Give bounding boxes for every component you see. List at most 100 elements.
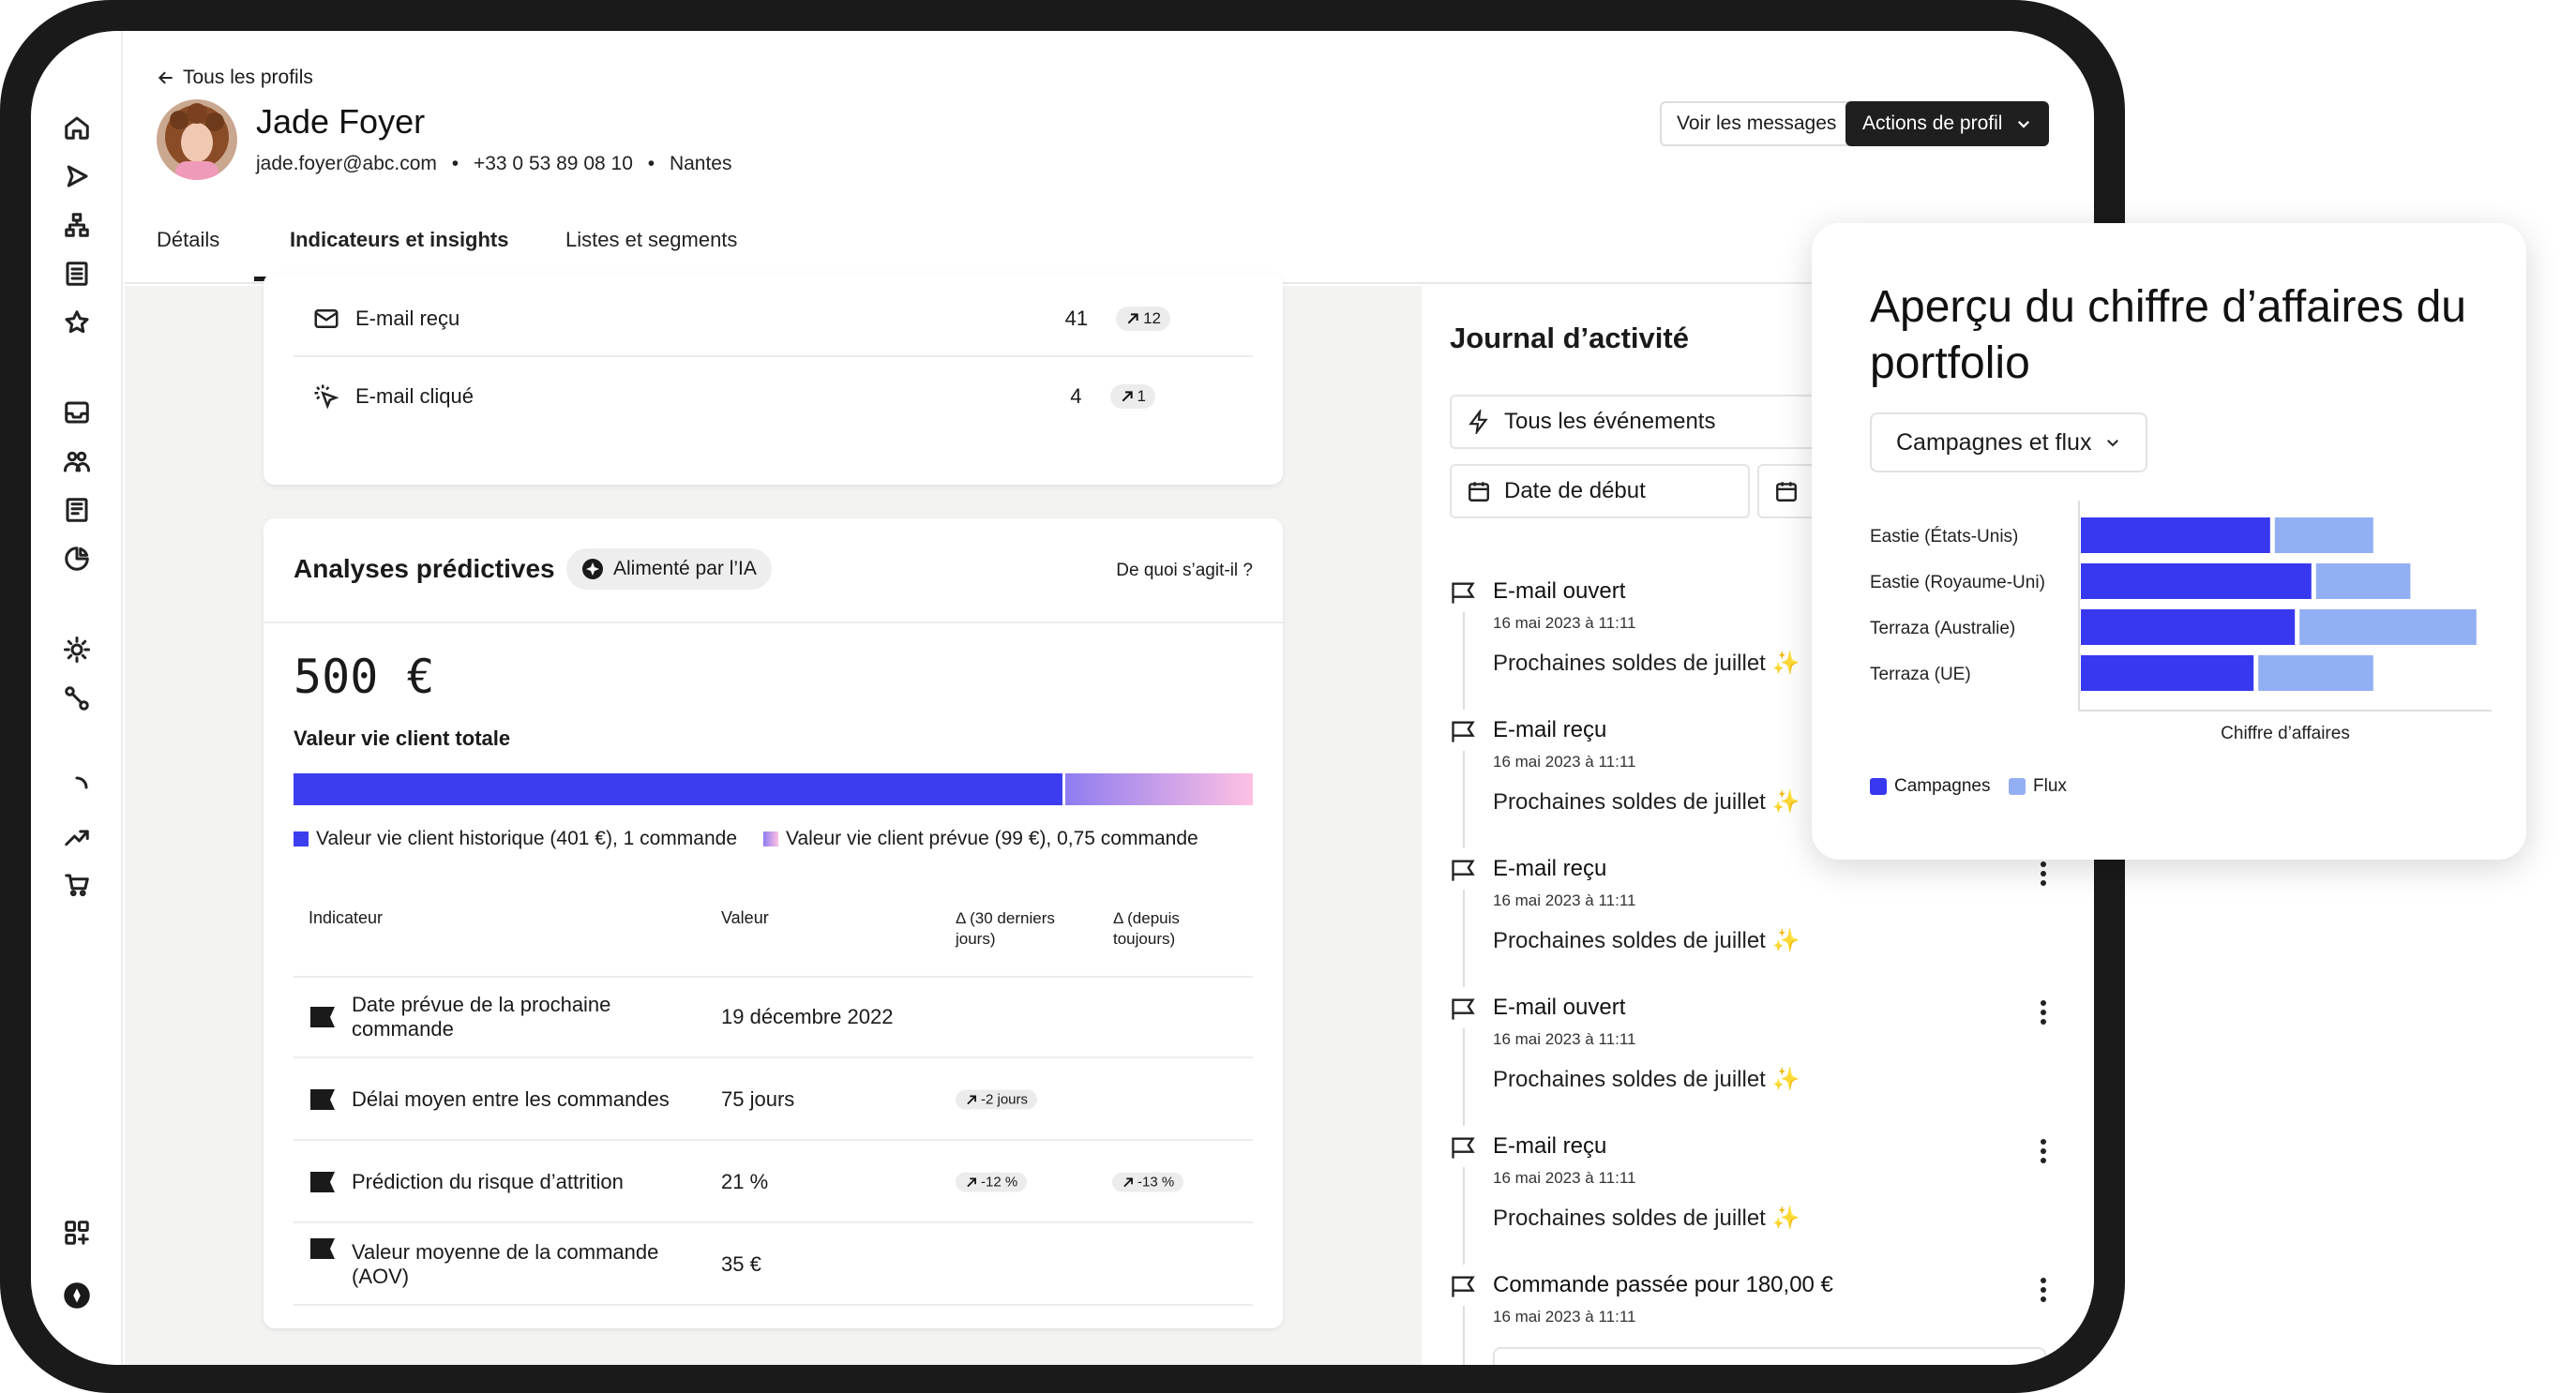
flag-icon <box>1452 721 1475 742</box>
tab-details[interactable]: Détails <box>157 228 219 252</box>
tablet-frame: Tous les profils Jade Foyer jade.foyer@a… <box>0 0 2125 1393</box>
timeline-line <box>1463 751 1465 848</box>
integration-icon[interactable] <box>61 682 93 714</box>
bar-campaigns <box>2081 609 2296 645</box>
bar-flows <box>2299 609 2477 645</box>
activity-title: E-mail reçu <box>1493 1133 1607 1159</box>
audience-icon[interactable] <box>61 445 93 477</box>
flag-icon <box>310 1089 335 1110</box>
bar-campaigns <box>2081 517 2270 553</box>
profile-name: Jade Foyer <box>256 102 426 141</box>
more-options-icon[interactable] <box>2041 1000 2046 1028</box>
mail-icon <box>314 309 339 328</box>
profile-phone: +33 0 53 89 08 10 <box>473 153 633 174</box>
send-icon[interactable] <box>61 160 93 192</box>
activity-date: 16 mai 2023 à 11:11 <box>1493 1169 1636 1187</box>
flag-icon <box>310 1238 335 1260</box>
trend-value: -2 jours <box>981 1091 1029 1108</box>
legend-swatch <box>1870 778 1887 795</box>
clv-historic-fill <box>294 773 1063 805</box>
flow-icon[interactable] <box>61 209 93 241</box>
main-area: Tous les profils Jade Foyer jade.foyer@a… <box>125 31 2094 1365</box>
col-header-dall: Δ (depuis toujours) <box>1113 909 1180 948</box>
trend-badge: -2 jours <box>956 1089 1038 1110</box>
flag-icon <box>1452 582 1475 604</box>
timeline-line <box>1463 1306 1465 1365</box>
back-link[interactable]: Tous les profils <box>157 67 313 89</box>
predictive-card: Analyses prédictives Alimenté par l’IA D… <box>264 518 1283 1328</box>
lightning-icon <box>1469 410 1488 434</box>
sidebar <box>31 31 123 1365</box>
list-item: E-mail reçu 41 12 <box>294 282 1253 357</box>
metric-label: E-mail cliqué <box>355 384 474 408</box>
category-label: Terraza (UE) <box>1870 665 1971 684</box>
indicator-label: Valeur moyenne de la commande (AOV) <box>352 1240 659 1288</box>
activity-date: 16 mai 2023 à 11:11 <box>1493 1030 1636 1048</box>
activity-title: E-mail reçu <box>1493 856 1607 881</box>
avatar <box>157 99 237 180</box>
metric-value: 4 <box>1070 384 1082 408</box>
activity-body: Prochaines soldes de juillet ✨ <box>1493 651 1800 676</box>
legend-predicted: Valeur vie client prévue (99 €), 0,75 co… <box>786 828 1198 849</box>
profile-actions-button[interactable]: Actions de profil <box>1845 101 2050 146</box>
timeline-line <box>1463 1167 1465 1265</box>
bar-campaigns <box>2081 563 2312 599</box>
arrow-left-icon <box>158 71 173 84</box>
view-messages-button[interactable]: Voir les messages <box>1660 101 1854 146</box>
ai-badge-label: Alimenté par l’IA <box>613 558 757 579</box>
trend-icon[interactable] <box>61 820 93 852</box>
metric-value: 41 <box>1064 307 1089 330</box>
tab-lists[interactable]: Listes et segments <box>565 228 737 252</box>
help-link[interactable]: De quoi s’agit-il ? <box>1116 561 1253 581</box>
calendar-icon <box>1469 482 1489 502</box>
col-header-value: Valeur <box>721 908 769 927</box>
clv-bar <box>294 773 1253 805</box>
category-label: Terraza (Australie) <box>1870 619 2015 638</box>
list-icon[interactable] <box>61 258 93 290</box>
col-header-indicator: Indicateur <box>309 908 384 927</box>
popup-title: Aperçu du chiffre d’affaires du portfoli… <box>1870 282 2466 388</box>
apps-icon[interactable] <box>61 1217 93 1249</box>
more-options-icon[interactable] <box>2041 1139 2046 1167</box>
table-row: Valeur moyenne de la commande (AOV) 35 € <box>294 1225 1253 1306</box>
legend-label: Flux <box>2033 776 2067 796</box>
home-icon[interactable] <box>61 112 93 143</box>
trend-value: -13 % <box>1137 1174 1175 1191</box>
bar-flows <box>2315 563 2411 599</box>
app-screen: Tous les profils Jade Foyer jade.foyer@a… <box>31 31 2094 1365</box>
legend-swatch-historic <box>294 831 309 846</box>
analytics-icon[interactable] <box>61 543 93 575</box>
timeline-line <box>1463 612 1465 710</box>
col-header-d30: Δ (30 derniers jours) <box>956 909 1055 948</box>
campaign-flow-dropdown[interactable]: Campagnes et flux <box>1870 412 2148 472</box>
account-icon[interactable] <box>61 1280 93 1311</box>
more-options-icon[interactable] <box>2041 1278 2046 1306</box>
more-options-icon[interactable] <box>2041 861 2046 890</box>
inbox-icon[interactable] <box>61 397 93 428</box>
start-date-filter[interactable]: Date de début <box>1450 464 1750 518</box>
flag-icon <box>1452 1276 1475 1297</box>
content-icon[interactable] <box>61 494 93 526</box>
table-row: Date prévue de la prochaine commande 19 … <box>294 978 1253 1058</box>
loader-icon <box>61 771 93 803</box>
activity-date: 16 mai 2023 à 11:11 <box>1493 614 1636 632</box>
ai-badge: Alimenté par l’IA <box>566 548 772 590</box>
cart-icon[interactable] <box>61 869 93 901</box>
trend-badge: -13 % <box>1112 1172 1184 1192</box>
clv-legend: Valeur vie client historique (401 €), 1 … <box>294 828 1198 850</box>
clv-predicted-fill <box>1065 773 1253 805</box>
star-icon[interactable] <box>61 307 93 338</box>
bulb-icon[interactable] <box>61 634 93 666</box>
trend-up-icon <box>1127 313 1138 324</box>
legend-label: Campagnes <box>1894 776 1991 796</box>
flag-icon <box>310 1007 335 1027</box>
click-icon <box>314 384 339 410</box>
chevron-down-icon <box>2018 120 2030 128</box>
trend-up-icon <box>1123 1177 1133 1187</box>
tab-indicators[interactable]: Indicateurs et insights <box>290 228 509 252</box>
profile-actions-label: Actions de profil <box>1862 112 2003 134</box>
email-metrics-card: E-mail reçu 41 12 E-mail cliqué 4 1 <box>264 273 1283 485</box>
x-axis-label: Chiffre d’affaires <box>2221 724 2350 743</box>
trend-badge: -12 % <box>956 1172 1028 1192</box>
trend-up-icon <box>1122 391 1133 402</box>
